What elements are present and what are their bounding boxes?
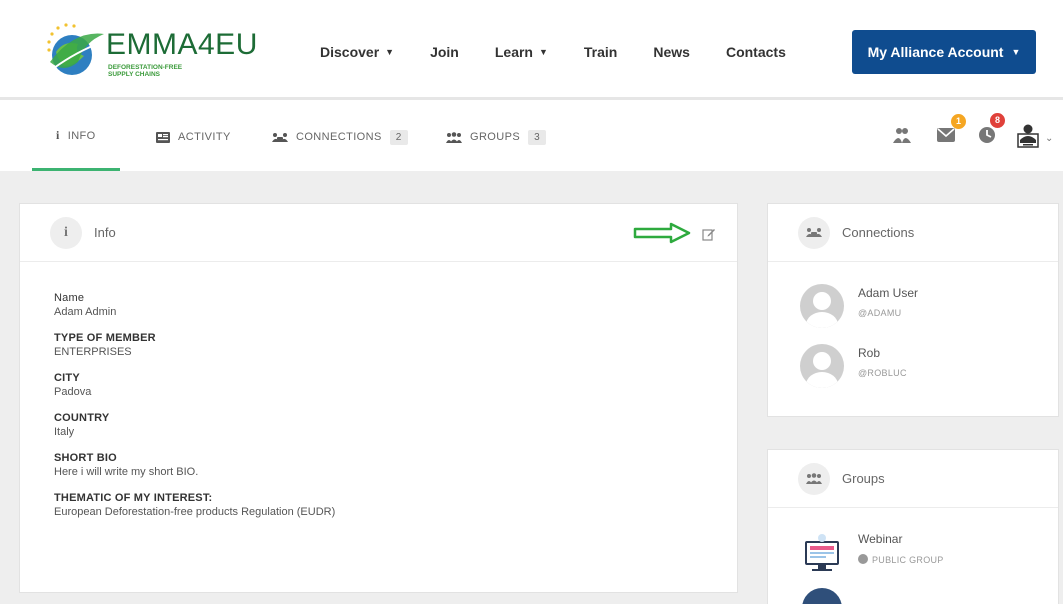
site-header: EMMA4EU DEFORESTATION-FREE SUPPLY CHAINS… — [0, 0, 1063, 100]
nav-news[interactable]: News — [653, 44, 690, 60]
field-label: SHORT BIO — [54, 452, 117, 464]
field-name: Name Adam Admin — [54, 292, 703, 318]
tab-groups[interactable]: GROUPS 3 — [446, 103, 547, 171]
field-type-of-member: TYPE OF MEMBER ENTERPRISES — [54, 332, 703, 358]
list-item[interactable]: Rob @ROBLUC — [800, 344, 1058, 388]
tab-connections[interactable]: CONNECTIONS 2 — [272, 103, 408, 171]
site-logo[interactable]: EMMA4EU DEFORESTATION-FREE SUPPLY CHAINS — [44, 22, 257, 82]
info-card-header: i Info — [20, 204, 737, 262]
tab-label: CONNECTIONS — [296, 131, 382, 143]
field-value: Italy — [54, 426, 75, 438]
nav-contacts[interactable]: Contacts — [726, 44, 786, 60]
avatar[interactable] — [800, 284, 844, 328]
group-name[interactable]: Webinar — [858, 532, 944, 546]
account-button-label: My Alliance Account — [867, 44, 1004, 60]
activity-icon — [156, 131, 170, 143]
field-country: COUNTRY Italy — [54, 412, 703, 438]
field-label: CITY — [54, 372, 80, 384]
groups-card-title: Groups — [842, 471, 885, 486]
nav-learn[interactable]: Learn ▼ — [495, 44, 548, 60]
person-name[interactable]: Rob — [858, 346, 907, 360]
caret-down-icon: ▼ — [1011, 47, 1021, 57]
connections-count-badge: 2 — [389, 129, 408, 145]
group-type: PUBLIC GROUP — [858, 554, 944, 565]
friends-icon[interactable] — [893, 127, 915, 149]
list-item[interactable]: Webinar PUBLIC GROUP — [802, 532, 1058, 576]
field-label: TYPE OF MEMBER — [54, 332, 156, 344]
nav-join[interactable]: Join — [430, 44, 459, 60]
nav-discover[interactable]: Discover ▼ — [320, 44, 394, 60]
field-value: Padova — [54, 386, 92, 398]
my-alliance-account-button[interactable]: My Alliance Account ▼ — [852, 30, 1036, 74]
field-value: Adam Admin — [54, 306, 117, 318]
connections-card-header: Connections — [768, 204, 1058, 262]
nav-train[interactable]: Train — [584, 44, 617, 60]
logo-text: EMMA4EU — [106, 28, 258, 61]
groups-card: Groups Webinar PUBLIC GROUP — [767, 449, 1059, 604]
tab-label: GROUPS — [470, 131, 521, 143]
person-handle: @ROBLUC — [858, 368, 907, 378]
field-city: CITY Padova — [54, 372, 703, 398]
tab-activity[interactable]: ACTIVITY — [156, 103, 231, 171]
connections-card: Connections Adam User @ADAMU Rob @ROBLUC — [767, 203, 1059, 417]
avatar[interactable] — [800, 344, 844, 388]
field-value: Here i will write my short BIO. — [54, 466, 199, 478]
notifications-icon[interactable] — [978, 126, 1000, 148]
notifications-badge: 8 — [990, 113, 1005, 128]
field-thematic-interest: THEMATIC OF MY INTEREST: European Defore… — [54, 492, 703, 518]
connections-list: Adam User @ADAMU Rob @ROBLUC — [768, 262, 1058, 388]
connections-icon — [798, 216, 830, 249]
tab-label: INFO — [67, 129, 96, 142]
person-name[interactable]: Adam User — [858, 286, 918, 300]
main-nav: Discover ▼ Join Learn ▼ Train News Contact… — [320, 44, 822, 60]
field-label: THEMATIC OF MY INTEREST: — [54, 492, 213, 504]
info-fields: Name Adam Admin TYPE OF MEMBER ENTERPRIS… — [20, 262, 737, 518]
edit-icon[interactable] — [702, 227, 716, 241]
tab-info[interactable]: i INFO — [32, 103, 120, 171]
webinar-thumbnail[interactable] — [802, 532, 842, 576]
arrow-right-icon — [633, 222, 691, 244]
connections-card-title: Connections — [842, 225, 915, 240]
caret-down-icon: ▼ — [385, 47, 395, 57]
field-value: European Deforestation-free products Reg… — [54, 506, 336, 518]
groups-list: Webinar PUBLIC GROUP — [768, 508, 1058, 604]
groups-count-badge: 3 — [528, 129, 547, 145]
chevron-down-icon[interactable]: ⌄ — [1045, 133, 1053, 144]
tab-label: ACTIVITY — [178, 131, 231, 143]
globe-leaf-icon — [47, 23, 104, 75]
field-label: Name — [54, 292, 85, 304]
globe-icon — [858, 554, 868, 564]
field-value: ENTERPRISES — [54, 346, 132, 358]
info-icon: i — [56, 128, 60, 142]
groups-icon — [446, 131, 462, 143]
info-icon: i — [50, 216, 82, 249]
list-item[interactable]: Adam User @ADAMU — [800, 284, 1058, 328]
logo-subtitle: DEFORESTATION-FREE SUPPLY CHAINS — [108, 64, 183, 78]
connections-icon — [272, 132, 288, 142]
caret-down-icon: ▼ — [538, 47, 548, 57]
field-short-bio: SHORT BIO Here i will write my short BIO… — [54, 452, 703, 478]
field-label: COUNTRY — [54, 412, 110, 424]
groups-icon — [798, 462, 830, 495]
person-handle: @ADAMU — [858, 308, 902, 318]
messages-badge: 1 — [951, 114, 966, 129]
avatar[interactable] — [802, 588, 842, 604]
messages-icon[interactable] — [937, 128, 959, 150]
info-card: i Info Name Adam Admin TYPE OF MEMBER EN… — [19, 203, 738, 593]
user-profile-icon[interactable] — [1017, 123, 1039, 149]
info-card-title: Info — [94, 225, 116, 240]
groups-card-header: Groups — [768, 450, 1058, 508]
